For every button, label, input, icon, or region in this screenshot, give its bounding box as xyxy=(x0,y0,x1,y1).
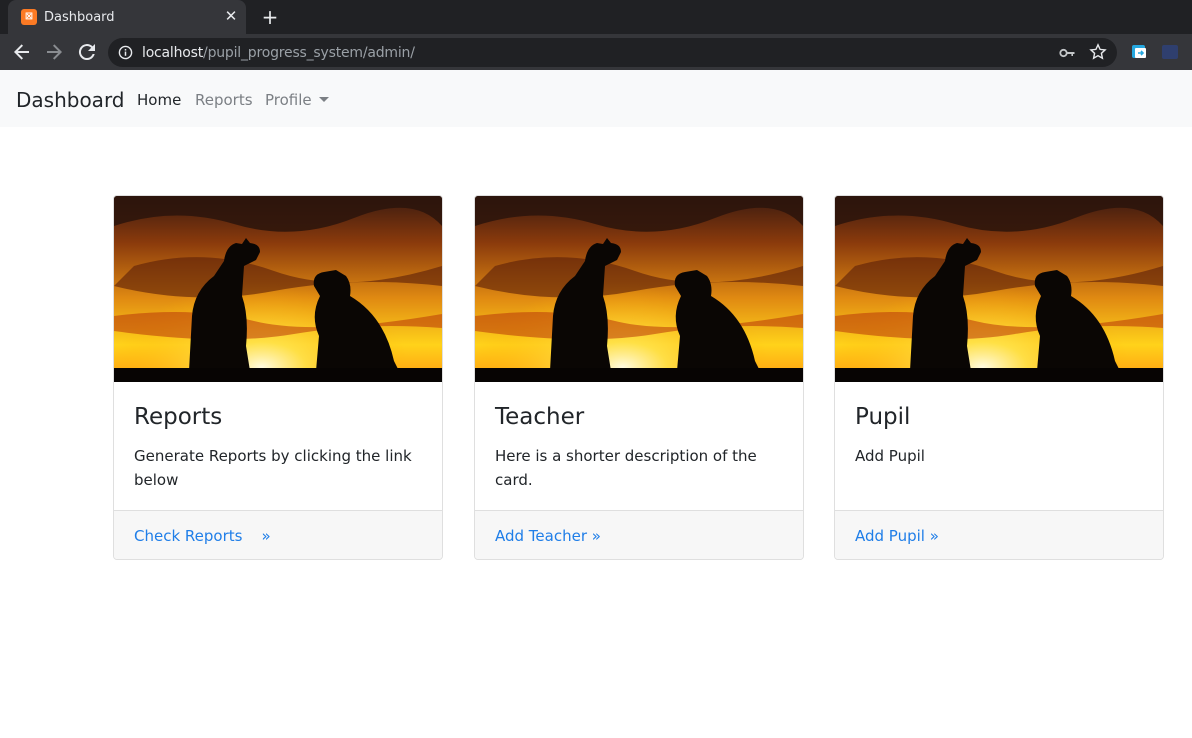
extension-icon-2[interactable] xyxy=(1162,45,1178,59)
navbar: Dashboard Home Reports Profile xyxy=(0,70,1192,127)
add-teacher-link[interactable]: Add Teacher » xyxy=(495,527,601,545)
star-icon[interactable] xyxy=(1089,43,1107,61)
caret-down-icon xyxy=(318,97,329,102)
address-bar[interactable]: localhost/pupil_progress_system/admin/ xyxy=(108,38,1117,67)
card-text: Add Pupil xyxy=(855,447,925,465)
check-reports-link[interactable]: Check Reports » xyxy=(134,527,271,545)
add-pupil-link[interactable]: Add Pupil » xyxy=(855,527,939,545)
back-arrow-icon[interactable] xyxy=(10,40,34,64)
browser-tab[interactable]: ⊠ Dashboard ✕ xyxy=(8,0,246,34)
card-image xyxy=(114,196,442,382)
extension-icon[interactable] xyxy=(1132,44,1148,60)
url-path: /pupil_progress_system/admin/ xyxy=(203,45,415,61)
card-teacher: Teacher Here is a shorter description of… xyxy=(474,195,804,560)
card-pupil: Pupil Add Pupil Add Pupil » xyxy=(834,195,1164,560)
nav-link-reports[interactable]: Reports xyxy=(195,91,253,109)
card-footer: Add Pupil » xyxy=(835,510,1163,559)
info-icon[interactable] xyxy=(118,45,133,60)
card-text: Here is a shorter description of the car… xyxy=(495,447,757,489)
reload-icon[interactable] xyxy=(75,40,99,64)
new-tab-button[interactable]: + xyxy=(258,5,282,29)
browser-toolbar: localhost/pupil_progress_system/admin/ xyxy=(0,34,1192,70)
browser-tab-strip: ⊠ Dashboard ✕ + xyxy=(0,0,1192,34)
url-host: localhost xyxy=(142,45,204,61)
nav-dropdown-profile[interactable]: Profile xyxy=(265,91,329,109)
forward-arrow-icon[interactable] xyxy=(42,40,66,64)
card-title: Pupil xyxy=(855,404,911,430)
nav-link-profile-label: Profile xyxy=(265,91,312,109)
navbar-brand[interactable]: Dashboard xyxy=(16,88,125,112)
card-text: Generate Reports by clicking the link be… xyxy=(134,447,412,489)
card-title: Reports xyxy=(134,404,223,430)
xampp-favicon-icon: ⊠ xyxy=(21,9,37,25)
card-reports: Reports Generate Reports by clicking the… xyxy=(113,195,443,560)
nav-link-home[interactable]: Home xyxy=(137,91,181,109)
close-icon[interactable]: ✕ xyxy=(222,7,240,25)
url-text[interactable]: localhost/pupil_progress_system/admin/ xyxy=(142,45,415,61)
card-footer: Add Teacher » xyxy=(475,510,803,559)
key-icon[interactable] xyxy=(1058,44,1076,62)
card-image xyxy=(835,196,1163,382)
card-title: Teacher xyxy=(495,404,585,430)
card-footer: Check Reports » xyxy=(114,510,442,559)
tab-title: Dashboard xyxy=(44,10,115,25)
card-image xyxy=(475,196,803,382)
